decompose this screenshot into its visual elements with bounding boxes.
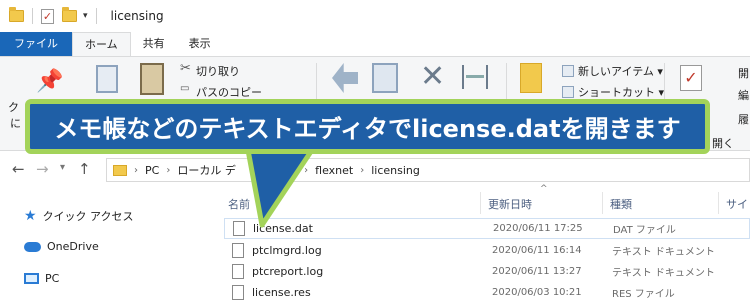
toolbar-divider [95,8,97,24]
rename-icon[interactable] [462,65,488,89]
tab-file[interactable]: ファイル [0,32,72,56]
column-divider[interactable] [602,192,603,214]
new-item-label: 新しいアイテム ▾ [578,65,663,78]
new-item-button[interactable]: 新しいアイテム ▾ [562,63,663,79]
column-header-date[interactable]: 更新日時 [488,193,532,215]
file-type: DAT ファイル [613,225,676,236]
file-list: ^ 名前 更新日時 種類 サイ license.dat 2020/06/11 1… [210,184,750,300]
file-type: テキスト ドキュメント [612,268,715,279]
open-group-label: 開く [712,137,734,150]
properties-quick-icon[interactable]: ✓ [41,8,54,24]
pc-icon [24,273,39,284]
new-folder-quick-icon[interactable] [62,7,77,22]
file-date: 2020/06/11 16:14 [492,245,582,256]
file-row[interactable]: ptcreport.log 2020/06/11 13:27 テキスト ドキュメ… [224,261,750,282]
back-arrow-icon[interactable]: ← [12,160,25,178]
breadcrumb-separator[interactable]: › [269,165,273,176]
copy-path-button[interactable]: パスのコピー [196,84,262,100]
folder-icon [113,164,127,176]
file-type: RES ファイル [612,289,675,300]
address-row: ← → ▾ ↑ › PC › ローカル デ › ptc › flexnet › … [0,152,750,188]
ribbon-tabs: ファイル ホーム 共有 表示 [0,32,750,56]
nav-item-onedrive[interactable]: OneDrive [24,240,99,253]
paste-icon[interactable] [140,63,164,95]
column-header-name[interactable]: 名前 [228,193,250,215]
column-header-size[interactable]: サイ [726,193,748,215]
ribbon-clipped-label: ク [8,101,19,114]
column-header-type[interactable]: 種類 [610,193,632,215]
open-menu-label[interactable]: 開 [738,65,749,81]
nav-item-quick-access[interactable]: ★ クイック アクセス [24,208,134,224]
file-icon [233,221,245,236]
breadcrumb-ptc[interactable]: ptc [280,164,297,177]
window-title: licensing [110,9,164,23]
history-label[interactable]: 履 [738,111,749,127]
address-bar[interactable]: › PC › ローカル デ › ptc › flexnet › licensin… [106,158,750,182]
file-type: テキスト ドキュメント [612,247,715,258]
cloud-icon [24,241,41,252]
chevron-down-icon[interactable]: ▾ [83,11,88,21]
edit-label[interactable]: 編 [738,87,749,103]
copy-path-icon[interactable]: ▭ [180,83,189,94]
nav-item-label: PC [45,272,60,285]
copy-to-icon[interactable] [372,63,398,93]
text-file-icon [232,264,244,279]
new-folder-icon[interactable] [520,63,542,93]
breadcrumb-separator[interactable]: › [134,165,138,176]
tab-view[interactable]: 表示 [177,32,223,56]
scissors-icon[interactable]: ✂ [180,61,191,76]
properties-icon[interactable]: ✓ [680,65,702,91]
cut-button[interactable]: 切り取り [196,63,240,79]
file-name: license.res [252,286,311,299]
file-date: 2020/06/03 10:21 [492,287,582,298]
ribbon-clipped-label: に [10,117,21,130]
instruction-callout: メモ帳などのテキストエディタでlicense.datを開きます [25,99,710,154]
tab-share[interactable]: 共有 [131,32,177,56]
breadcrumb-separator[interactable]: › [166,165,170,176]
navigation-pane: ★ クイック アクセス OneDrive PC [0,190,210,300]
move-to-icon[interactable] [332,63,358,93]
breadcrumb-licensing[interactable]: licensing [371,164,420,177]
breadcrumb-pc[interactable]: PC [145,164,159,177]
nav-item-pc[interactable]: PC [24,272,59,285]
folder-icon [9,7,24,22]
breadcrumb-local-disk[interactable]: ローカル デ [177,162,236,178]
shortcut-label: ショートカット ▾ [578,86,665,99]
nav-item-label: OneDrive [47,240,99,253]
pin-icon[interactable]: 📌 [36,69,63,94]
file-name: license.dat [253,222,313,235]
toolbar-divider [32,8,33,24]
nav-item-label: クイック アクセス [42,210,134,223]
title-bar: ✓ ▾ licensing [0,0,750,32]
new-item-icon [562,65,574,77]
file-date: 2020/06/11 17:25 [493,223,583,234]
file-icon [232,285,244,300]
file-row[interactable]: ptclmgrd.log 2020/06/11 16:14 テキスト ドキュメン… [224,240,750,261]
tab-home[interactable]: ホーム [72,32,131,56]
file-row-license-dat[interactable]: license.dat 2020/06/11 17:25 DAT ファイル [224,218,750,239]
text-file-icon [232,243,244,258]
file-row[interactable]: license.res 2020/06/03 10:21 RES ファイル [224,282,750,300]
file-name: ptclmgrd.log [252,244,322,257]
file-date: 2020/06/11 13:27 [492,266,582,277]
column-divider[interactable] [718,192,719,214]
callout-text: メモ帳などのテキストエディタでlicense.datを開きます [54,115,681,143]
up-arrow-icon[interactable]: ↑ [78,160,91,178]
sort-caret-icon: ^ [540,184,548,194]
delete-icon[interactable]: ✕ [420,59,445,94]
breadcrumb-separator[interactable]: › [304,165,308,176]
file-name: ptcreport.log [252,265,324,278]
recent-locations-chevron-icon[interactable]: ▾ [60,162,65,173]
copy-icon[interactable] [96,65,118,93]
shortcut-icon [562,86,574,98]
breadcrumb-separator[interactable]: › [360,165,364,176]
forward-arrow-icon[interactable]: → [36,160,49,178]
column-divider[interactable] [480,192,481,214]
star-icon: ★ [24,208,37,224]
shortcut-button[interactable]: ショートカット ▾ [562,84,664,100]
breadcrumb-flexnet[interactable]: flexnet [315,164,353,177]
